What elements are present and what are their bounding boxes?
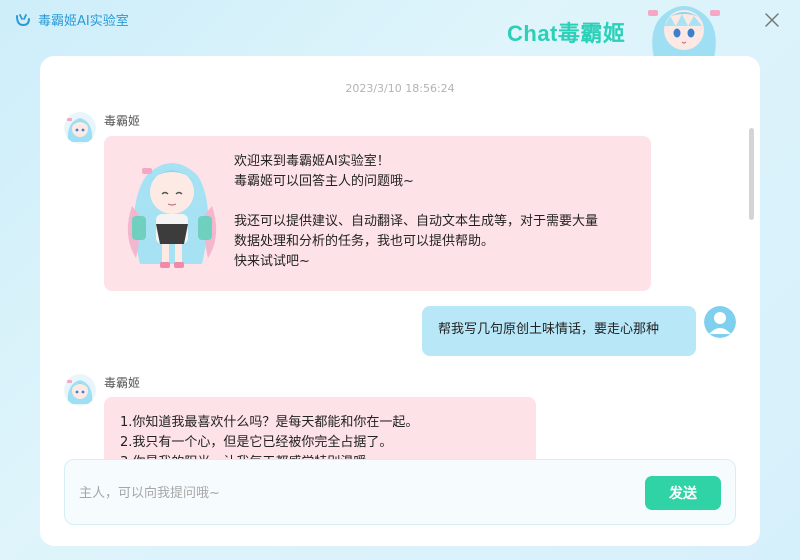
welcome-message-text: 欢迎来到毒霸姬AI实验室！ 毒霸姬可以回答主人的问题哦~ 我还可以提供建议、自动… — [234, 152, 639, 272]
bot-avatar — [64, 374, 96, 406]
message-line: 快来试试吧~ — [234, 254, 310, 269]
message-line: 我还可以提供建议、自动翻译、自动文本生成等，对于需要大量 — [234, 214, 599, 229]
user-message: 帮我写几句原创土味情话，要走心那种 — [422, 306, 696, 356]
message-line: 数据处理和分析的任务，我也可以提供帮助。 — [234, 234, 495, 249]
user-avatar — [704, 306, 736, 338]
message-composer: 发送 — [64, 459, 736, 525]
bot-sender-name: 毒霸姬 — [104, 376, 141, 390]
cat-tail-logo-icon — [16, 13, 30, 26]
app-logo: 毒霸姬AI实验室 — [14, 10, 129, 29]
mascot-header-illustration — [640, 0, 728, 58]
message-line: 1.你知道我最喜欢什么吗？是每天都能和你在一起。 — [120, 415, 419, 430]
message-timestamp: 2023/3/10 18:56:24 — [345, 82, 455, 95]
close-icon — [765, 13, 779, 27]
message-line: 欢迎来到毒霸姬AI实验室！ — [234, 154, 390, 169]
message-input[interactable] — [79, 482, 619, 504]
bot-sender-name: 毒霸姬 — [104, 114, 141, 128]
brand-title: Chat毒霸姬 — [507, 21, 626, 46]
close-button[interactable] — [762, 10, 782, 30]
send-button[interactable]: 发送 — [645, 476, 721, 510]
message-line: 2.我只有一个心，但是它已经被你完全占据了。 — [120, 435, 393, 450]
message-line-spacer — [234, 192, 639, 212]
chat-scrollbar[interactable] — [749, 128, 754, 220]
app-title: 毒霸姬AI实验室 — [38, 14, 129, 29]
bot-avatar — [64, 112, 96, 144]
chibi-mascot-illustration — [118, 146, 226, 276]
message-line: 毒霸姬可以回答主人的问题哦~ — [234, 174, 414, 189]
bot-welcome-message: 欢迎来到毒霸姬AI实验室！ 毒霸姬可以回答主人的问题哦~ 我还可以提供建议、自动… — [104, 136, 651, 291]
